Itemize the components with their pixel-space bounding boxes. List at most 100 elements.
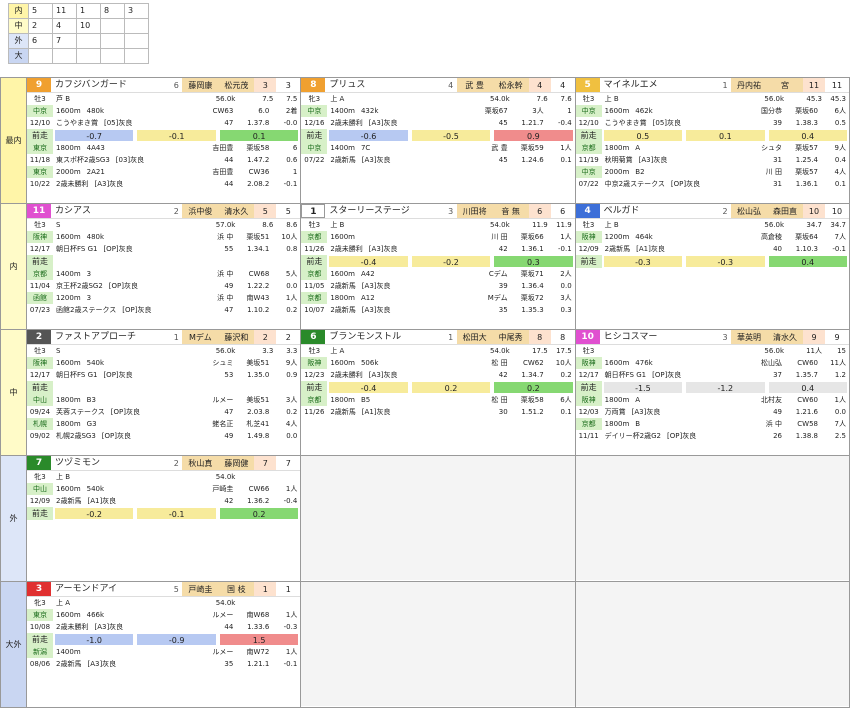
summary-cell [100, 48, 125, 64]
race-line-time: 栗坂59 [520, 144, 544, 152]
race-line: 12/17 朝日杯FS G1 [OP]灰良 37 1.35.7 1.2 [576, 369, 848, 381]
jockey-name: 秋山真 [182, 456, 219, 470]
race-line-dist: 1600m [56, 611, 81, 619]
empty-card [576, 582, 849, 706]
summary-cell [100, 18, 125, 34]
split-bars: 前走 [27, 381, 300, 394]
race-line-text: 1600m 476k [602, 357, 751, 369]
horse-name[interactable]: プリュス [325, 79, 444, 93]
horse-card[interactable]: 1 スターリーステージ 3 川田将音 無 6 6 牡3 上 B 54.0k 11.9 11.9 京都 1… [301, 204, 575, 329]
race-line-dist: 1800m [56, 144, 81, 152]
horse-card-cell [300, 455, 576, 582]
split-bar-3: 0.4 [768, 256, 848, 267]
weight-carried: 54.0k [215, 473, 236, 481]
horse-card[interactable]: 2 ファストアプローチ 1 Mデム 藤沢和 2 2 牡3 S 56.0k 3.3 3.3 阪神 1600m… [27, 330, 300, 455]
race-line-text [602, 292, 751, 304]
race-line: 10/07 2歳新馬 [A3]灰良 35 1.35.3 0.3 [302, 304, 574, 316]
race-line [302, 166, 574, 178]
odds-rank-2: 9 [834, 333, 840, 342]
race-line-time: 1.38.3 [795, 119, 818, 127]
race-line-time: 栗坂57 [795, 144, 818, 152]
race-line [28, 520, 300, 532]
horse-card-cell: 6 ブランモンストル 1 松田大 中尾秀 8 8 牡3 上 A 54.0k 17.5 17.5 阪神 16… [300, 329, 576, 456]
horse-name[interactable]: スターリーステージ [325, 205, 444, 219]
race-line-text: 1800m A12 [327, 292, 476, 304]
horse-card[interactable]: 7 ツヅミモン 2 秋山真 藤岡健 7 7 牝3 上 B 54.0k 中山 1600m 540k 戸崎圭 C… [27, 456, 300, 581]
horse-header: 6 ブランモンストル 1 松田大 中尾秀 8 8 [301, 330, 575, 345]
race-line-info: [A3]灰良 [368, 371, 398, 379]
horse-name[interactable]: カフジバンガード [51, 79, 170, 93]
sex-age: 牝3 [34, 473, 46, 481]
horse-card[interactable]: 8 プリュス 4 武 豊松永幹 4 4 牝3 上 A 54.0k 7.6 7.6 中京 1400m 432… [301, 78, 575, 203]
style-marks: 上 B [604, 221, 619, 229]
race-line-time [236, 670, 272, 682]
race-line-tag: 阪神 [576, 231, 602, 243]
horse-card[interactable]: 6 ブランモンストル 1 松田大 中尾秀 8 8 牡3 上 A 54.0k 17.5 17.5 阪神 16… [301, 330, 575, 455]
split-bar-1 [55, 256, 133, 267]
split-bar-3: 0.9 [494, 130, 573, 141]
split-bar-2: -0.5 [411, 130, 491, 141]
weight-carried: 56.0k [215, 95, 236, 103]
jockey-name: 丹内祐 [731, 78, 767, 92]
race-line-dist: 2歳新馬 [330, 156, 356, 164]
race-line-tag: 京都 [301, 268, 328, 280]
race-line: 中京 1600m 462k 国分恭 栗坂60 6人 [576, 105, 848, 117]
odds-rank: 11 [803, 78, 825, 92]
race-line-tag: 07/23 [29, 306, 51, 314]
race-line-text [327, 430, 476, 442]
horse-number: 9 [27, 78, 51, 92]
race-line-result: 4人 [834, 168, 846, 176]
race-line-dist: 1400m [330, 107, 355, 115]
horse-card[interactable]: 9 カフジバンガード 6 藤岡康 松元茂 3 3 牡3 芦 B 56.0k 7.5 7.5 中京 1600… [27, 78, 300, 203]
split-bars: 前走 -0.4 -0.2 0.3 [301, 255, 574, 268]
race-line-tag [28, 520, 53, 532]
horse-name[interactable]: マイネルエメ [600, 79, 719, 93]
split-bar-3: 0.4 [768, 382, 848, 393]
horse-name[interactable]: ファストアプローチ [51, 331, 170, 345]
race-line [28, 544, 300, 556]
race-line: 京都 1800m A シュタ 栗坂57 9人 [576, 142, 848, 154]
race-line-text: 秋明菊賞 [A3]灰良 [602, 154, 751, 166]
horse-header: 10 ヒシコスマー 3 華英明 清水久 9 9 [576, 330, 849, 345]
horse-card[interactable]: 11 カシアス 2 浜中俊 清水久 5 5 牡3 S 57.0k 8.6 8.6 阪神 1600m 480k… [27, 204, 300, 329]
race-line-result [547, 418, 574, 430]
summary-row: 内 5 11 1 8 3 [8, 3, 149, 19]
horse-name[interactable]: ベルガド [600, 205, 719, 219]
trend-value-2 [276, 597, 299, 609]
horse-card-cell [300, 581, 576, 708]
grid-row: 内 11 カシアス 2 浜中俊 清水久 5 5 牡3 S 57.0k 8.6 8.6 阪神 1600m 480… [0, 203, 850, 330]
race-line-dist: こうやまき賞 [604, 119, 647, 127]
horse-sub-row: 牡3 芦 B 56.0k 7.5 7.5 [28, 93, 300, 105]
horse-card[interactable]: 5 マイネルエメ 1 丹内祐宮 11 11 牡3 上 B 56.0k 45.3 45.3 中京 1600… [576, 78, 849, 203]
split-bar-1: -1.0 [55, 634, 134, 645]
summary-row-label: 大 [8, 48, 29, 64]
horse-card[interactable]: 10 ヒシコスマー 3 華英明 清水久 9 9 牡3 56.0k 11人 15 阪神 1600m 476k… [576, 330, 849, 455]
split-bars-label: 前走 [27, 129, 53, 142]
race-line-tag: 12/16 [304, 119, 325, 127]
race-line-text: 朝日杯FS G1 [OP]灰良 [53, 243, 202, 255]
odds-rank-2: 10 [831, 207, 843, 216]
race-line-time: 1.10.3 [795, 245, 818, 253]
horse-name[interactable]: ブランモンストル [325, 331, 444, 345]
race-line-jockey: 42 [498, 245, 508, 253]
race-line-time [511, 178, 547, 190]
race-line-result: 0.0 [286, 282, 298, 290]
horse-card[interactable]: 4 ベルガド 2 松山弘 森田直 10 10 牡3 上 B 56.0k 34.7 34.7 阪神 1200… [576, 204, 849, 329]
race-line-jockey: 44 [224, 623, 234, 631]
race-line-time: 1.22.2 [247, 282, 270, 290]
empty-card [576, 456, 849, 580]
summary-cell [124, 48, 149, 64]
race-line-dist: 1600m [56, 107, 81, 115]
race-line-jockey: CW63 [212, 107, 234, 115]
race-line-jockey: 栗坂67 [484, 107, 508, 115]
horse-name[interactable]: ヒシコスマー [600, 331, 719, 345]
horse-name[interactable]: ツヅミモン [51, 457, 170, 471]
race-line-result [821, 280, 848, 292]
horse-name[interactable]: アーモンドアイ [51, 583, 170, 597]
race-line-dist: 2歳新馬 [56, 497, 82, 505]
horse-card[interactable]: 3 アーモンドアイ 5 戸崎圭国 枝 1 1 牝3 上 A 54.0k 東京 1600m 466k ルメ… [27, 582, 300, 707]
horse-card-cell: 9 カフジバンガード 6 藤岡康 松元茂 3 3 牡3 芦 B 56.0k 7.5 7.5 中京 1600… [25, 77, 302, 204]
race-line: 札幌 1800m G3 蛯名正 札芝41 4人 [27, 418, 300, 430]
horse-name[interactable]: カシアス [51, 205, 170, 219]
race-line-dist: 1200m [56, 294, 81, 302]
